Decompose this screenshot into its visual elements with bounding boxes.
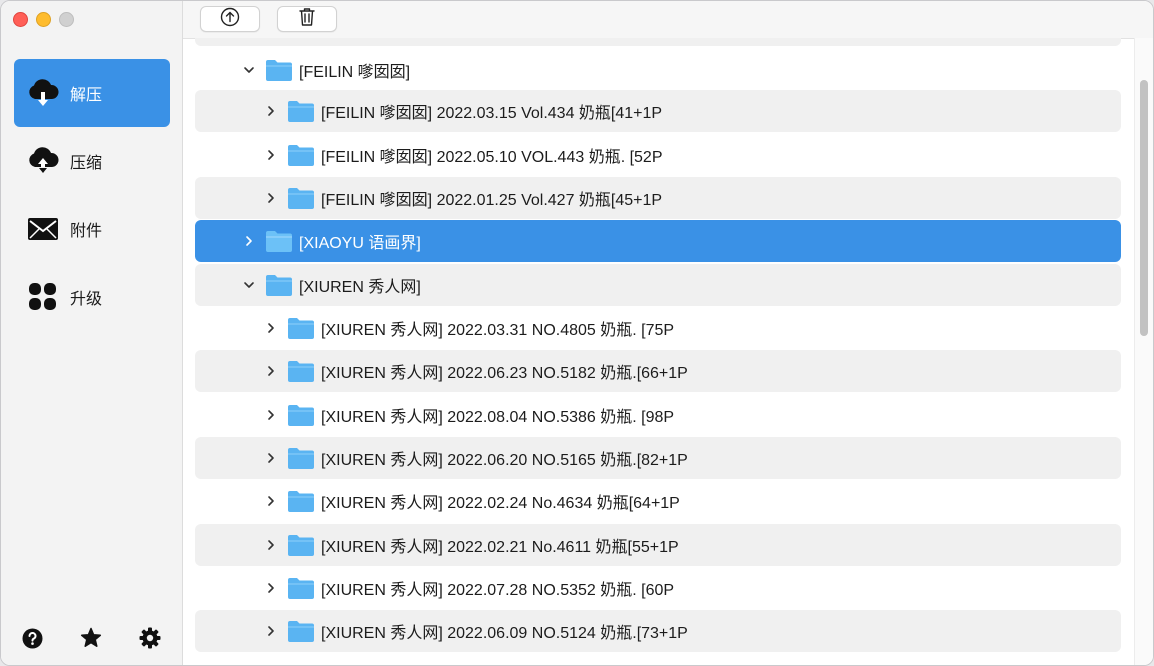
tree-row[interactable]: [XIUREN 秀人网] 2022.07.28 NO.5352 奶瓶. [60P	[195, 567, 1121, 609]
tree-row-label: [XIUREN 秀人网]	[299, 279, 421, 296]
tree-row-partial	[195, 654, 1121, 665]
folder-icon	[287, 533, 315, 557]
folder-icon	[287, 403, 315, 427]
zoom-window-button[interactable]	[59, 12, 74, 27]
file-tree: [FEILIN 嗲囡囡] [FEILIN 嗲囡囡] 2022.03.15 Vol…	[183, 38, 1135, 665]
tree-row-label: [FEILIN 嗲囡囡] 2022.01.25 Vol.427 奶瓶[45+1P	[321, 192, 663, 209]
main-panel: [FEILIN 嗲囡囡] [FEILIN 嗲囡囡] 2022.03.15 Vol…	[183, 1, 1153, 665]
toolbar	[183, 1, 1153, 39]
tree-row-partial	[195, 38, 1121, 46]
chevron-right-icon[interactable]	[265, 105, 277, 117]
chevron-right-icon[interactable]	[265, 582, 277, 594]
sidebar-item-extract[interactable]: 解压	[14, 59, 170, 127]
gear-icon[interactable]	[139, 627, 161, 649]
folder-icon	[287, 489, 315, 513]
upload-icon	[220, 7, 240, 32]
folder-icon	[287, 619, 315, 643]
app-window: 解压 压缩 附件 升级 [FEILIN 嗲囡囡] [FEILIN 嗲囡囡] 20…	[0, 0, 1154, 666]
minimize-window-button[interactable]	[36, 12, 51, 27]
close-window-button[interactable]	[13, 12, 28, 27]
sidebar-item-label: 解压	[70, 87, 103, 104]
chevron-down-icon[interactable]	[243, 64, 255, 76]
sidebar-item-label: 压缩	[70, 155, 103, 172]
chevron-right-icon[interactable]	[265, 192, 277, 204]
folder-icon	[287, 576, 315, 600]
sidebar-item-label: 升级	[70, 291, 103, 308]
tree-row[interactable]: [XIUREN 秀人网] 2022.02.24 No.4634 奶瓶[64+1P	[195, 480, 1121, 522]
tree-row[interactable]: [FEILIN 嗲囡囡] 2022.05.10 VOL.443 奶瓶. [52P	[195, 134, 1121, 176]
folder-icon	[287, 143, 315, 167]
sidebar-item-compress[interactable]: 压缩	[14, 127, 170, 195]
tree-row-label: [FEILIN 嗲囡囡] 2022.05.10 VOL.443 奶瓶. [52P	[321, 149, 663, 166]
chevron-right-icon[interactable]	[265, 539, 277, 551]
upload-button[interactable]	[200, 6, 260, 32]
folder-icon	[287, 663, 315, 665]
tree-row-label: [XIUREN 秀人网] 2022.06.23 NO.5182 奶瓶.[66+1…	[321, 365, 688, 382]
folder-icon	[287, 446, 315, 470]
chevron-right-icon[interactable]	[265, 322, 277, 334]
chevron-right-icon[interactable]	[265, 149, 277, 161]
chevron-right-icon[interactable]	[265, 365, 277, 377]
tree-row-label: [XIUREN 秀人网] 2022.03.31 NO.4805 奶瓶. [75P	[321, 322, 675, 339]
window-controls	[13, 12, 74, 27]
chevron-right-icon[interactable]	[243, 235, 255, 247]
chevron-right-icon[interactable]	[265, 625, 277, 637]
tree-row[interactable]: [FEILIN 嗲囡囡] 2022.03.15 Vol.434 奶瓶[41+1P	[195, 90, 1121, 132]
folder-icon	[287, 359, 315, 383]
vertical-scrollbar[interactable]	[1134, 38, 1153, 665]
tree-row-label: [XIUREN 秀人网] 2022.06.20 NO.5165 奶瓶.[82+1…	[321, 452, 688, 469]
tree-row-label: [XIAOYU 语画界]	[299, 235, 421, 252]
delete-button[interactable]	[277, 6, 337, 32]
cloud-upload-icon	[26, 146, 60, 176]
sidebar-footer	[21, 627, 161, 649]
tree-row-label: [FEILIN 嗲囡囡]	[299, 64, 411, 81]
tree-row-label: [XIUREN 秀人网] 2022.02.21 No.4611 奶瓶[55+1P	[321, 539, 679, 556]
tree-row[interactable]: [XIUREN 秀人网] 2022.06.23 NO.5182 奶瓶.[66+1…	[195, 350, 1121, 392]
cloud-download-icon	[26, 78, 60, 108]
tree-row[interactable]: [XIUREN 秀人网] 2022.08.04 NO.5386 奶瓶. [98P	[195, 394, 1121, 436]
folder-icon	[287, 186, 315, 210]
envelope-icon	[26, 214, 60, 244]
folder-icon	[287, 99, 315, 123]
tree-row[interactable]: [FEILIN 嗲囡囡]	[195, 49, 1121, 91]
tree-row-selected[interactable]: [XIAOYU 语画界]	[195, 220, 1121, 262]
tree-row[interactable]: [XIUREN 秀人网] 2022.03.31 NO.4805 奶瓶. [75P	[195, 307, 1121, 349]
tree-row[interactable]: [XIUREN 秀人网]	[195, 264, 1121, 306]
sidebar-item-label: 附件	[70, 223, 103, 240]
chevron-right-icon[interactable]	[265, 452, 277, 464]
sidebar-item-attachment[interactable]: 附件	[14, 195, 170, 263]
tree-row-label: [XIUREN 秀人网] 2022.07.28 NO.5352 奶瓶. [60P	[321, 582, 675, 599]
folder-icon	[287, 316, 315, 340]
folder-icon	[265, 229, 293, 253]
sidebar-item-upgrade[interactable]: 升级	[14, 263, 170, 331]
scrollbar-thumb[interactable]	[1140, 80, 1148, 336]
chevron-right-icon[interactable]	[265, 409, 277, 421]
tree-row[interactable]: [XIUREN 秀人网] 2022.06.09 NO.5124 奶瓶.[73+1…	[195, 610, 1121, 652]
chevron-right-icon[interactable]	[265, 495, 277, 507]
tree-row-label: [XIUREN 秀人网] 2022.06.09 NO.5124 奶瓶.[73+1…	[321, 625, 688, 642]
tree-row[interactable]: [XIUREN 秀人网] 2022.02.21 No.4611 奶瓶[55+1P	[195, 524, 1121, 566]
trash-icon	[298, 7, 316, 32]
tree-row[interactable]: [XIUREN 秀人网] 2022.06.20 NO.5165 奶瓶.[82+1…	[195, 437, 1121, 479]
grid-icon	[26, 282, 60, 312]
tree-row-label: [XIUREN 秀人网] 2022.08.04 NO.5386 奶瓶. [98P	[321, 409, 675, 426]
chevron-down-icon[interactable]	[243, 279, 255, 291]
tree-row[interactable]: [FEILIN 嗲囡囡] 2022.01.25 Vol.427 奶瓶[45+1P	[195, 177, 1121, 219]
help-icon[interactable]	[21, 627, 43, 649]
tree-row-label: [FEILIN 嗲囡囡] 2022.03.15 Vol.434 奶瓶[41+1P	[321, 105, 663, 122]
sidebar: 解压 压缩 附件 升级	[1, 1, 183, 665]
folder-icon	[265, 273, 293, 297]
folder-icon	[265, 58, 293, 82]
tree-row-label: [XIUREN 秀人网] 2022.02.24 No.4634 奶瓶[64+1P	[321, 495, 680, 512]
star-icon[interactable]	[80, 627, 102, 649]
sidebar-nav: 解压 压缩 附件 升级	[14, 59, 170, 331]
